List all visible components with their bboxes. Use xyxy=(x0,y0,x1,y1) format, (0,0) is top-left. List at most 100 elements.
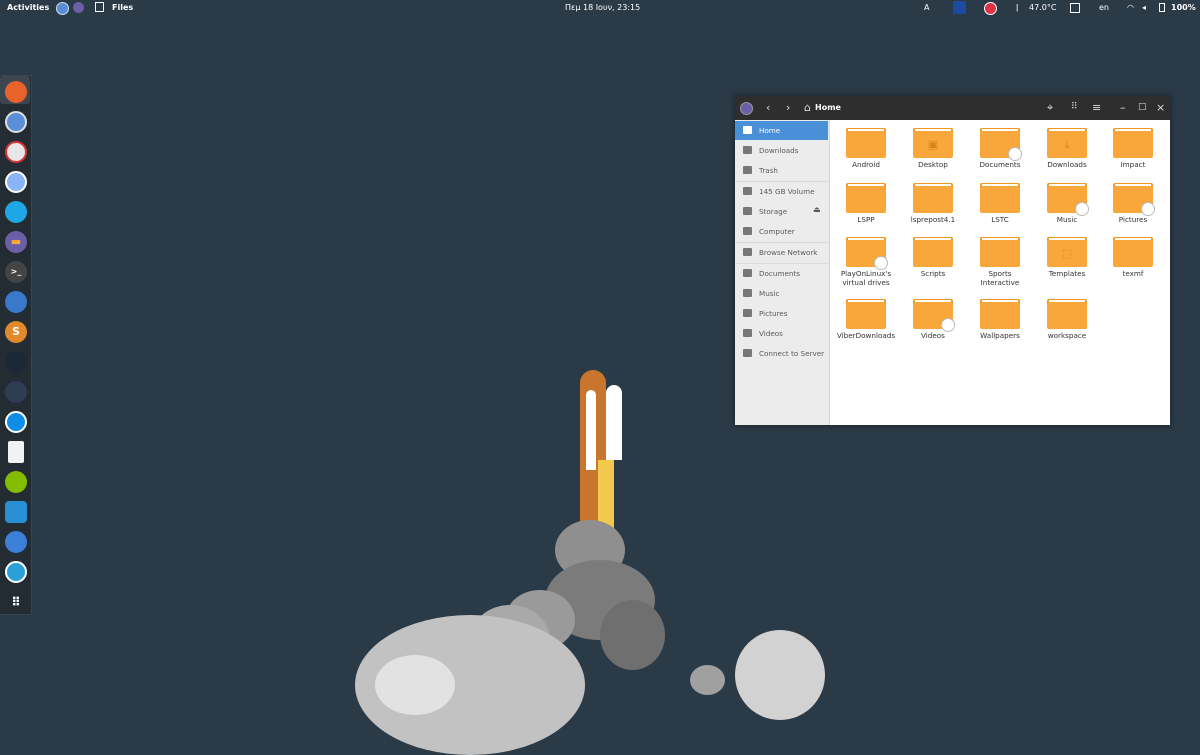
firefox-icon[interactable] xyxy=(5,81,27,103)
folder-item[interactable]: Sports Interactive xyxy=(969,229,1031,289)
close-icon[interactable]: × xyxy=(1156,101,1165,114)
temperature-label[interactable]: 47.0°C xyxy=(1029,3,1056,12)
steam-icon[interactable] xyxy=(5,351,27,373)
folder-label: texmf xyxy=(1122,269,1144,278)
folder-icon xyxy=(913,183,953,213)
folder-label: LSTC xyxy=(991,215,1009,224)
folder-item[interactable]: ▣ Desktop xyxy=(902,120,964,180)
grid-view-icon[interactable]: ⠿ xyxy=(1071,102,1078,112)
activities-button[interactable]: Activities xyxy=(7,3,49,12)
lock-icon[interactable] xyxy=(953,1,966,14)
spotify-icon[interactable] xyxy=(5,471,27,493)
folder-icon xyxy=(1047,299,1087,329)
files-app-icon xyxy=(95,2,104,12)
files-icon[interactable]: ▬ xyxy=(5,231,27,253)
folder-item[interactable]: Music xyxy=(1036,175,1098,235)
language-indicator[interactable]: en xyxy=(1099,3,1109,12)
maximize-icon[interactable]: □ xyxy=(1138,102,1147,112)
folder-item[interactable]: PlayOnLinux's virtual drives xyxy=(835,229,897,289)
eject-icon[interactable]: ⏏ xyxy=(813,205,821,214)
sidebar-item-storage[interactable]: Storage ⏏ xyxy=(735,202,828,221)
folder-icon xyxy=(913,299,955,332)
folder-item[interactable]: Scripts xyxy=(902,229,964,289)
app-grid-icon[interactable]: ⠿ xyxy=(5,591,27,613)
sidebar-item-videos[interactable]: Videos xyxy=(735,324,828,343)
chromium-icon[interactable] xyxy=(5,111,27,133)
image-viewer-icon[interactable] xyxy=(5,501,27,523)
folder-item[interactable]: texmf xyxy=(1102,229,1164,289)
pidgin-icon[interactable] xyxy=(5,171,27,193)
folder-item[interactable]: Pictures xyxy=(1102,175,1164,235)
folder-label: PlayOnLinux's virtual drives xyxy=(840,269,892,287)
chromium-indicator-icon[interactable] xyxy=(56,2,69,15)
sidebar-item-documents[interactable]: Documents xyxy=(735,264,828,283)
volume-icon[interactable]: ◂ xyxy=(1142,3,1146,12)
computer-icon xyxy=(743,227,752,235)
folder-item[interactable]: lsprepost4.1 xyxy=(902,175,964,235)
drive-icon xyxy=(743,187,752,195)
folder-icon xyxy=(1113,183,1155,216)
folder-item[interactable]: ViberDownloads xyxy=(835,291,897,351)
folder-icon xyxy=(1113,237,1153,267)
app-menu[interactable]: Files xyxy=(112,3,133,12)
folder-label: Downloads xyxy=(1047,160,1087,169)
folder-item[interactable]: LSPP xyxy=(835,175,897,235)
folder-label: Wallpapers xyxy=(980,331,1020,340)
sidebar-item-connect-server[interactable]: Connect to Server xyxy=(735,344,828,363)
folder-label: Pictures xyxy=(1118,215,1148,224)
disk-indicator-icon[interactable] xyxy=(984,2,997,15)
folder-item[interactable]: Wallpapers xyxy=(969,291,1031,351)
folder-item[interactable]: LSTC xyxy=(969,175,1031,235)
folder-label: Sports Interactive xyxy=(980,269,1020,287)
virtualbox-icon[interactable] xyxy=(5,291,27,313)
menu-icon[interactable]: ≡ xyxy=(1092,101,1101,114)
folder-item[interactable]: ⬚ Templates xyxy=(1036,229,1098,289)
folder-icon xyxy=(1113,128,1153,158)
terminal-icon[interactable]: >_ xyxy=(5,261,27,283)
folder-emblem-icon: ⬚ xyxy=(1061,247,1073,260)
clock[interactable]: Πεμ 18 Ιουν, 23:15 xyxy=(565,3,640,12)
sublime-icon[interactable]: S xyxy=(5,321,27,343)
folder-icon xyxy=(846,183,886,213)
kodi-icon[interactable] xyxy=(5,381,27,403)
sidebar-item-network[interactable]: Browse Network xyxy=(735,243,828,262)
folder-label: Scripts xyxy=(920,269,946,278)
app-icon xyxy=(740,102,753,115)
screen-icon[interactable] xyxy=(1070,3,1080,13)
files-indicator-icon[interactable] xyxy=(73,2,84,13)
folder-item[interactable]: ⤓ Downloads xyxy=(1036,120,1098,180)
folder-label: workspace xyxy=(1047,331,1087,340)
folder-icon xyxy=(743,329,752,337)
folder-item[interactable]: Videos xyxy=(902,291,964,351)
path-home-button[interactable]: Home xyxy=(815,103,841,112)
location-icon[interactable]: ⌖ xyxy=(1047,101,1053,115)
skype-icon[interactable] xyxy=(5,201,27,223)
forward-button[interactable]: › xyxy=(786,101,790,114)
folder-item[interactable]: Android xyxy=(835,120,897,180)
folder-item[interactable]: Documents xyxy=(969,120,1031,180)
folder-item[interactable]: workspace xyxy=(1036,291,1098,351)
sidebar-item-pictures[interactable]: Pictures xyxy=(735,304,828,323)
sidebar-item-home[interactable]: Home xyxy=(735,121,828,140)
sidebar-item-volume[interactable]: 145 GB Volume xyxy=(735,182,828,201)
sync-icon[interactable] xyxy=(5,561,27,583)
trash-icon xyxy=(743,166,752,174)
folder-icon xyxy=(846,299,886,329)
sidebar-item-trash[interactable]: Trash xyxy=(735,161,828,180)
folder-label: ViberDownloads xyxy=(836,331,896,340)
sidebar-item-computer[interactable]: Computer xyxy=(735,222,828,241)
folder-icon xyxy=(743,309,752,317)
sidebar-item-music[interactable]: Music xyxy=(735,284,828,303)
wifi-icon[interactable]: ◠ xyxy=(1127,3,1134,12)
battery-label[interactable]: 100% xyxy=(1171,3,1196,12)
minimize-icon[interactable]: – xyxy=(1120,101,1126,114)
document-icon[interactable] xyxy=(8,441,24,463)
folder-item[interactable]: Impact xyxy=(1102,120,1164,180)
settings-icon[interactable] xyxy=(5,531,27,553)
app-icon[interactable] xyxy=(5,141,27,163)
back-button[interactable]: ‹ xyxy=(766,101,770,114)
teamviewer-icon[interactable] xyxy=(5,411,27,433)
sidebar-item-downloads[interactable]: Downloads xyxy=(735,141,828,160)
arch-icon[interactable]: A xyxy=(924,3,929,12)
battery-icon[interactable] xyxy=(1159,3,1165,12)
